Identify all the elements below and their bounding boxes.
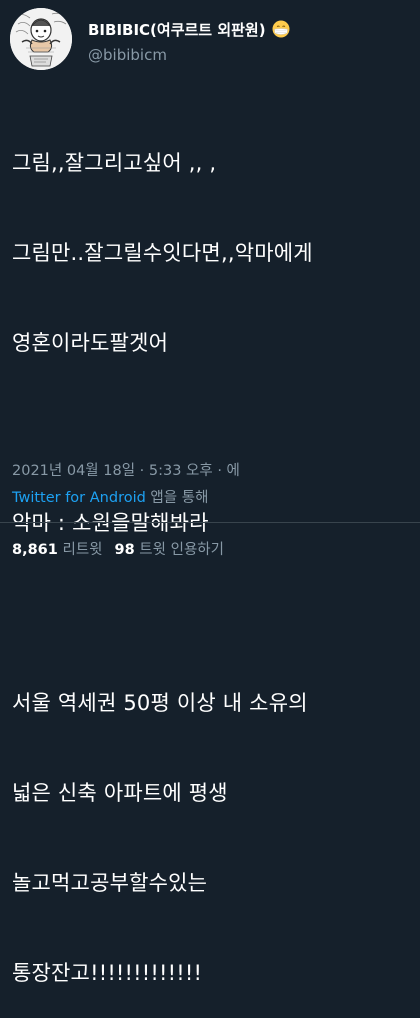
- tweet-line: 놀고먹고공부할수있는: [12, 871, 208, 895]
- tweet-source: Twitter for Android 앱을 통해: [12, 486, 208, 507]
- retweets-label: 리트윗: [57, 542, 103, 558]
- retweets-count: 8,861: [12, 542, 58, 558]
- avatar[interactable]: [10, 8, 72, 70]
- quotes-count: 98: [114, 542, 135, 558]
- quotes-label: 트윗 인용하기: [134, 542, 224, 558]
- display-name[interactable]: BIBIBIC(여쿠르트 외판원): [88, 19, 266, 40]
- tweet-line: 영혼이라도팔겟어: [12, 331, 169, 355]
- tweet-line: 넓은 신축 아파트에 평생: [12, 781, 228, 805]
- source-suffix: 앱을 통해: [145, 490, 209, 506]
- tweet-line: 그림만..잘그릴수잇다면,,악마에게: [12, 241, 313, 265]
- tweet-header: BIBIBIC(여쿠르트 외판원) @bibibicm: [10, 8, 410, 72]
- retweets-stat[interactable]: 8,861 리트윗: [12, 542, 103, 558]
- source-link[interactable]: Twitter for Android: [12, 490, 146, 506]
- tweet-line: 통장잔고!!!!!!!!!!!!!: [12, 961, 203, 985]
- user-handle[interactable]: @bibibicm: [88, 46, 167, 64]
- tweet-line: 서울 역세권 50평 이상 내 소유의: [12, 691, 308, 715]
- tweet-stats: 8,861 리트윗 98 트윗 인용하기: [12, 538, 224, 559]
- divider: [0, 522, 420, 523]
- tweet-line: 악마 : 소원을말해봐라: [12, 511, 209, 535]
- quotes-stat[interactable]: 98 트윗 인용하기: [115, 542, 224, 558]
- tweet-timestamp[interactable]: 2021년 04월 18일 · 5:33 오후 · 에: [12, 459, 240, 480]
- tweet-line: 그림,,잘그리고싶어 ,, ,: [12, 151, 217, 175]
- face-with-medical-mask-icon: [272, 20, 290, 38]
- cartoon-avatar-icon: [10, 8, 72, 70]
- name-row: BIBIBIC(여쿠르트 외판원): [88, 18, 290, 40]
